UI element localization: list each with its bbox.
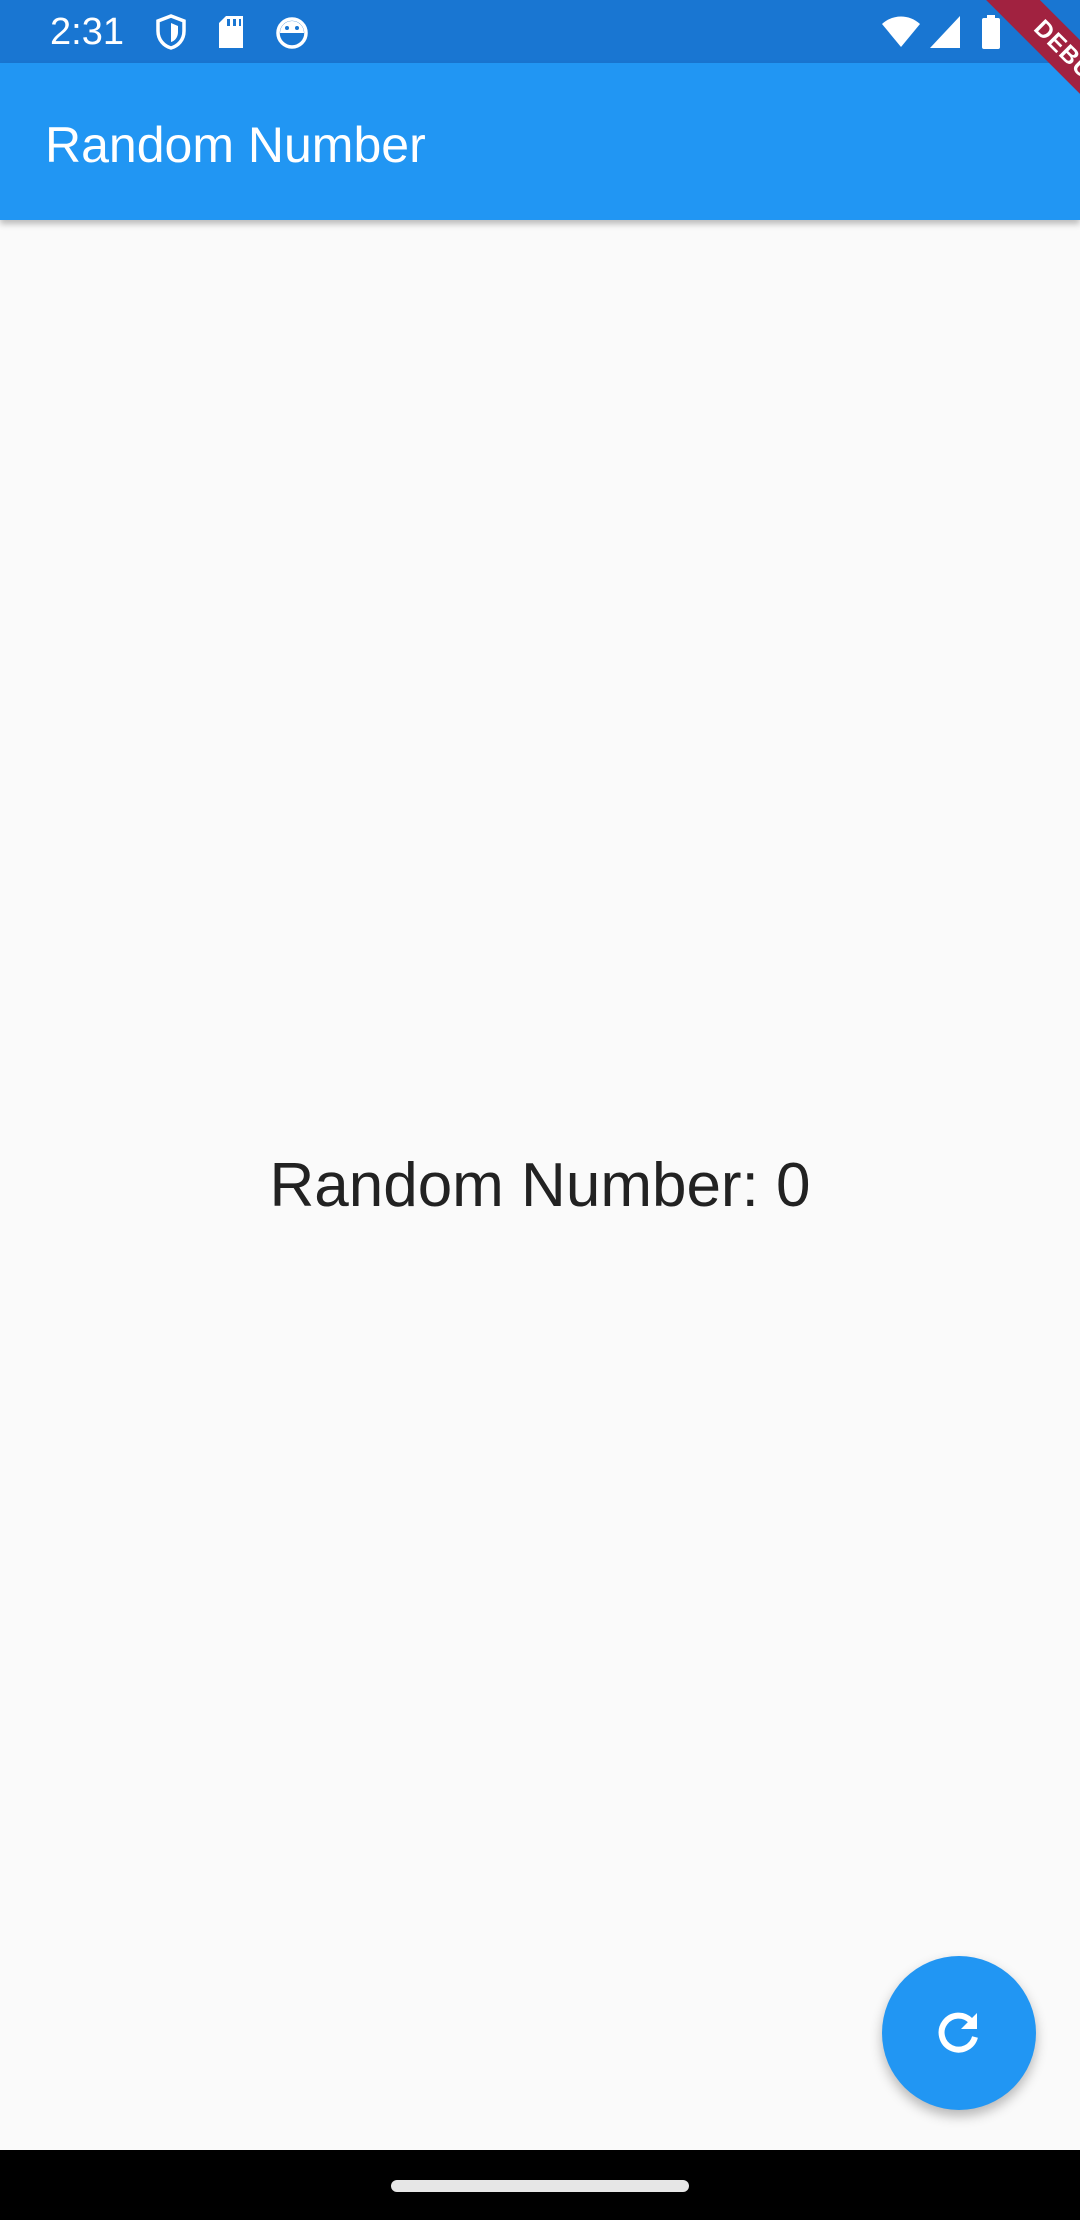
wifi-icon	[880, 14, 922, 50]
app-bar: Random Number	[0, 63, 1080, 220]
navigation-bar	[0, 2150, 1080, 2220]
status-time: 2:31	[50, 11, 124, 53]
sd-card-icon	[216, 14, 246, 50]
android-robot-icon	[274, 14, 310, 50]
app-screen: 2:31 Random Number DEBUG Random Number: …	[0, 0, 1080, 2220]
refresh-icon	[933, 2007, 985, 2059]
status-bar: 2:31	[0, 0, 1080, 63]
battery-icon	[980, 14, 1002, 50]
app-title: Random Number	[45, 117, 426, 173]
shield-icon	[155, 14, 187, 50]
random-number-text: Random Number: 0	[269, 1151, 811, 1220]
home-gesture-handle[interactable]	[391, 2180, 689, 2192]
cellular-signal-icon	[928, 14, 962, 50]
refresh-button[interactable]	[882, 1956, 1036, 2110]
